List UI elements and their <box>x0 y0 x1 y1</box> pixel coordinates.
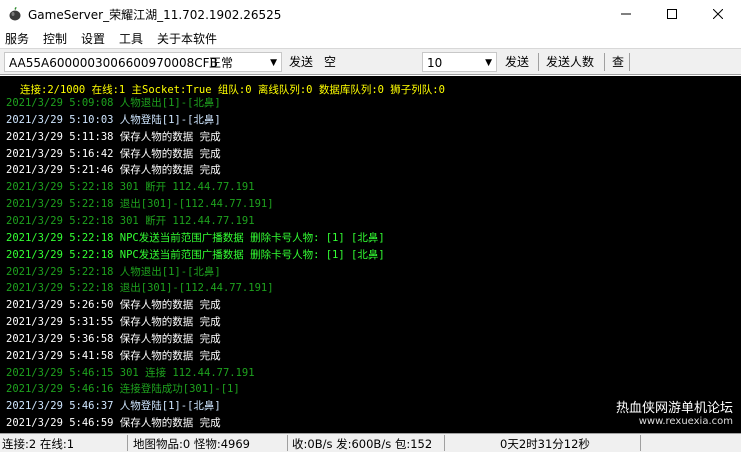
menu-service[interactable]: 服务 <box>5 30 29 47</box>
toolbar-divider <box>629 53 630 71</box>
watermark-url: www.rexuexia.com <box>638 416 733 427</box>
watermark-title: 热血侠网游单机论坛 <box>615 401 733 416</box>
id-combo[interactable]: AA55A6000003006600970008CFB 正常 ▼ <box>4 52 282 72</box>
status-traffic: 收:0B/s 发:600B/s 包:152 <box>292 437 433 451</box>
log-line: 2021/3/29 5:22:18 人物退出[1]-[北鼻] <box>6 265 221 278</box>
log-line: 2021/3/29 5:31:55 保存人物的数据 完成 <box>6 316 221 329</box>
log-line: 2021/3/29 5:46:37 人物登陆[1]-[北鼻] <box>6 400 221 413</box>
status-divider <box>444 435 445 451</box>
maximize-button[interactable] <box>649 0 695 28</box>
status-divider <box>287 435 288 451</box>
chevron-down-icon: ▼ <box>485 58 492 68</box>
count-combo[interactable]: 10 ▼ <box>422 52 497 72</box>
log-line: 2021/3/29 5:22:18 301 断开 112.44.77.191 <box>6 214 255 227</box>
log-line: 2021/3/29 5:16:42 保存人物的数据 完成 <box>6 147 221 160</box>
send-button-1[interactable]: 发送 <box>289 52 313 72</box>
log-line: 2021/3/29 5:11:38 保存人物的数据 完成 <box>6 130 221 143</box>
chevron-down-icon: ▼ <box>270 58 277 68</box>
status-divider <box>127 435 128 451</box>
maximize-icon <box>667 9 677 19</box>
mode-combo-value: 正常 <box>209 56 234 70</box>
minimize-button[interactable] <box>603 0 649 28</box>
log-line: 2021/3/29 5:46:15 301 连接 112.44.77.191 <box>6 366 255 379</box>
log-line: 2021/3/29 5:22:18 退出[301]-[112.44.77.191… <box>6 198 274 211</box>
text-field-empty[interactable]: 空 <box>324 52 336 72</box>
minimize-icon <box>621 13 631 15</box>
app-apple-icon <box>9 7 21 21</box>
toolbar-divider <box>538 53 539 71</box>
log-line: 2021/3/29 5:09:08 人物退出[1]-[北鼻] <box>6 97 221 109</box>
log-line: 2021/3/29 5:46:59 保存人物的数据 完成 <box>6 417 221 430</box>
title-bar: GameServer_荣耀江湖_11.702.1902.26525 <box>0 0 741 28</box>
menu-bar: 服务 控制 设置 工具 关于本软件 <box>0 28 741 48</box>
menu-tools[interactable]: 工具 <box>119 30 143 47</box>
toolbar-divider <box>604 53 605 71</box>
close-icon <box>713 9 723 19</box>
log-line: 2021/3/29 5:22:18 NPC发送当前范围广播数据 删除卡号人物: … <box>6 248 385 261</box>
status-connections: 连接:2 在线:1 <box>2 437 75 451</box>
id-combo-value: AA55A6000003006600970008CFB <box>9 56 218 70</box>
menu-about[interactable]: 关于本软件 <box>157 30 217 47</box>
window-title: GameServer_荣耀江湖_11.702.1902.26525 <box>28 8 282 22</box>
log-line: 2021/3/29 5:21:46 保存人物的数据 完成 <box>6 164 221 177</box>
count-combo-value: 10 <box>427 56 443 70</box>
log-line: 2021/3/29 5:22:18 退出[301]-[112.44.77.191… <box>6 282 274 295</box>
log-line: 2021/3/29 5:22:18 301 断开 112.44.77.191 <box>6 181 255 194</box>
menu-control[interactable]: 控制 <box>43 30 67 47</box>
status-divider <box>640 435 641 451</box>
send-button-2[interactable]: 发送 <box>505 52 529 72</box>
status-bar: 连接:2 在线:1 地图物品:0 怪物:4969 收:0B/s 发:600B/s… <box>0 433 741 452</box>
menu-settings[interactable]: 设置 <box>81 30 105 47</box>
toolbar: AA55A6000003006600970008CFB 正常 ▼ 发送 空 10… <box>0 48 741 75</box>
log-line: 2021/3/29 5:46:16 连接登陆成功[301]-[1] <box>6 383 240 396</box>
log-line: 2021/3/29 5:36:58 保存人物的数据 完成 <box>6 332 221 345</box>
query-button[interactable]: 查 <box>612 52 624 72</box>
log-line: 2021/3/29 5:26:50 保存人物的数据 完成 <box>6 299 221 312</box>
send-people-button[interactable]: 发送人数 <box>546 52 594 72</box>
server-log[interactable]: 连接:2/1000 在线:1 主Socket:True 组队:0 离线队列:0 … <box>0 76 741 433</box>
log-line: 2021/3/29 5:41:58 保存人物的数据 完成 <box>6 349 221 362</box>
log-line: 2021/3/29 5:22:18 NPC发送当前范围广播数据 删除卡号人物: … <box>6 231 385 244</box>
status-uptime: 0天2时31分12秒 <box>500 437 590 451</box>
close-button[interactable] <box>695 0 741 28</box>
status-map: 地图物品:0 怪物:4969 <box>133 437 250 451</box>
log-line: 2021/3/29 5:10:03 人物登陆[1]-[北鼻] <box>6 113 221 126</box>
watermark: 热血侠网游单机论坛 www.rexuexia.com <box>616 397 733 427</box>
